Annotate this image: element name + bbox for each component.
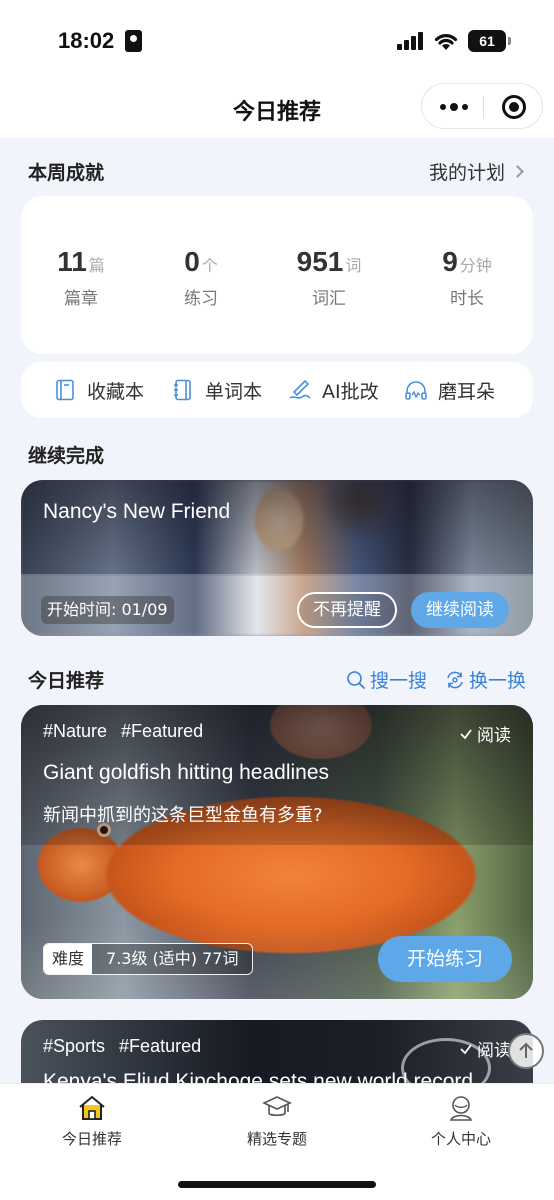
checkmark-icon <box>460 1043 472 1054</box>
difficulty-key: 难度 <box>44 944 93 974</box>
difficulty-value: 7.3级 (适中) 77词 <box>92 944 253 974</box>
article-tags: #Sports #Featured <box>43 1036 201 1057</box>
stat-unit: 篇 <box>88 256 105 275</box>
refresh-icon <box>447 671 463 688</box>
arrow-up-icon <box>519 1042 533 1058</box>
more-options-icon[interactable] <box>440 84 468 130</box>
stat-value: 951 <box>296 246 344 277</box>
stat-label: 词汇 <box>312 289 346 309</box>
stat-exercises: 0个 练习 <box>141 246 261 309</box>
checkmark-icon <box>460 728 472 739</box>
tab-label: 今日推荐 <box>61 1130 122 1148</box>
stat-unit: 个 <box>201 256 218 275</box>
capsule-divider <box>483 96 484 118</box>
home-icon <box>79 1095 105 1120</box>
home-indicator <box>178 1181 376 1188</box>
section-title-week: 本周成就 <box>28 162 105 184</box>
notebook-icon <box>174 379 191 401</box>
section-title-continue: 继续完成 <box>28 445 105 467</box>
tag: #Nature <box>43 721 108 741</box>
start-practice-button[interactable]: 开始练习 <box>378 936 512 982</box>
bookmark-book-icon <box>56 379 74 401</box>
status-time: 18:02 <box>58 28 115 53</box>
article-tags: #Nature #Featured <box>43 721 203 742</box>
dismiss-reminder-button[interactable]: 不再提醒 <box>297 592 397 628</box>
tool-label: 单词本 <box>205 380 263 403</box>
stat-label: 篇章 <box>64 289 98 309</box>
tool-favorites[interactable]: 收藏本 <box>53 362 144 418</box>
search-icon <box>347 670 365 689</box>
continue-reading-button[interactable]: 继续阅读 <box>411 592 509 628</box>
id-card-icon <box>125 30 142 52</box>
stat-value: 0 <box>184 246 200 277</box>
article-subtitle: 新闻中抓到的这条巨型金鱼有多重? <box>43 805 323 826</box>
close-miniprogram-icon[interactable] <box>502 95 526 119</box>
tag: #Featured <box>121 721 204 741</box>
weekly-stats-card: 11 篇 篇章 0个 练习 951 词 词汇 9 分钟 时长 <box>21 196 533 354</box>
continue-article-title: Nancy's New Friend <box>43 500 231 523</box>
tool-label: 收藏本 <box>87 380 145 403</box>
tag: #Featured <box>119 1036 202 1056</box>
tab-label: 个人中心 <box>430 1130 491 1148</box>
shuffle-button[interactable]: 换一换 <box>445 666 526 693</box>
my-plan-link[interactable]: 我的计划 <box>428 158 524 185</box>
tab-label: 精选专题 <box>246 1130 307 1148</box>
start-time: 开始时间: 01/09 <box>41 596 174 624</box>
user-icon <box>449 1096 473 1121</box>
battery-icon: 61 <box>468 30 511 52</box>
search-label: 搜一搜 <box>369 670 427 692</box>
tool-listening[interactable]: 磨耳朵 <box>404 362 495 418</box>
search-button[interactable]: 搜一搜 <box>346 666 427 693</box>
difficulty-badge: 难度 7.3级 (适中) 77词 <box>43 943 254 975</box>
pen-icon <box>289 379 311 399</box>
my-plan-label: 我的计划 <box>428 162 505 184</box>
tool-ai-correction[interactable]: AI批改 <box>288 362 379 418</box>
read-label: 阅读 <box>477 1041 511 1061</box>
tab-today[interactable]: 今日推荐 <box>22 1092 162 1149</box>
tag: #Sports <box>43 1036 106 1056</box>
section-title-today: 今日推荐 <box>28 670 105 692</box>
article-title: Giant goldfish hitting headlines <box>43 761 330 784</box>
chevron-right-icon <box>511 165 524 178</box>
stat-unit: 词 <box>345 256 362 275</box>
read-label: 阅读 <box>477 726 511 746</box>
tool-label: 磨耳朵 <box>438 380 496 403</box>
tool-wordbook[interactable]: 单词本 <box>171 362 262 418</box>
tab-topics[interactable]: 精选专题 <box>207 1092 347 1149</box>
read-status: 阅读 <box>459 721 511 746</box>
today-actions: 搜一搜 换一换 <box>346 666 526 693</box>
stat-value: 11 <box>57 246 87 277</box>
miniprogram-capsule <box>421 83 543 129</box>
stat-label: 练习 <box>184 289 218 309</box>
tool-label: AI批改 <box>322 380 379 403</box>
shuffle-label: 换一换 <box>468 670 526 692</box>
recommendation-card[interactable]: #Nature #Featured 阅读 Giant goldfish hitt… <box>21 705 533 999</box>
cellular-signal-icon <box>397 32 425 50</box>
scroll-to-top-button[interactable] <box>508 1033 544 1069</box>
stat-value: 9 <box>442 246 458 277</box>
graduation-cap-icon <box>262 1096 292 1117</box>
read-status: 阅读 <box>459 1036 511 1061</box>
nav-bar: 今日推荐 <box>0 83 554 138</box>
stat-unit: 分钟 <box>459 256 492 275</box>
stat-articles: 11 篇 篇章 <box>21 246 141 309</box>
tools-row: 收藏本 单词本 AI批改 磨耳朵 <box>21 362 533 418</box>
continue-reading-card[interactable]: Nancy's New Friend 开始时间: 01/09 不再提醒 继续阅读 <box>21 480 533 636</box>
headphones-icon <box>405 381 427 400</box>
stat-duration: 9 分钟 时长 <box>407 246 527 309</box>
stat-vocabulary: 951 词 词汇 <box>269 246 389 309</box>
stat-label: 时长 <box>450 289 484 309</box>
tab-profile[interactable]: 个人中心 <box>391 1092 531 1149</box>
wifi-icon <box>434 34 458 50</box>
status-bar: 18:02 61 <box>0 0 554 84</box>
